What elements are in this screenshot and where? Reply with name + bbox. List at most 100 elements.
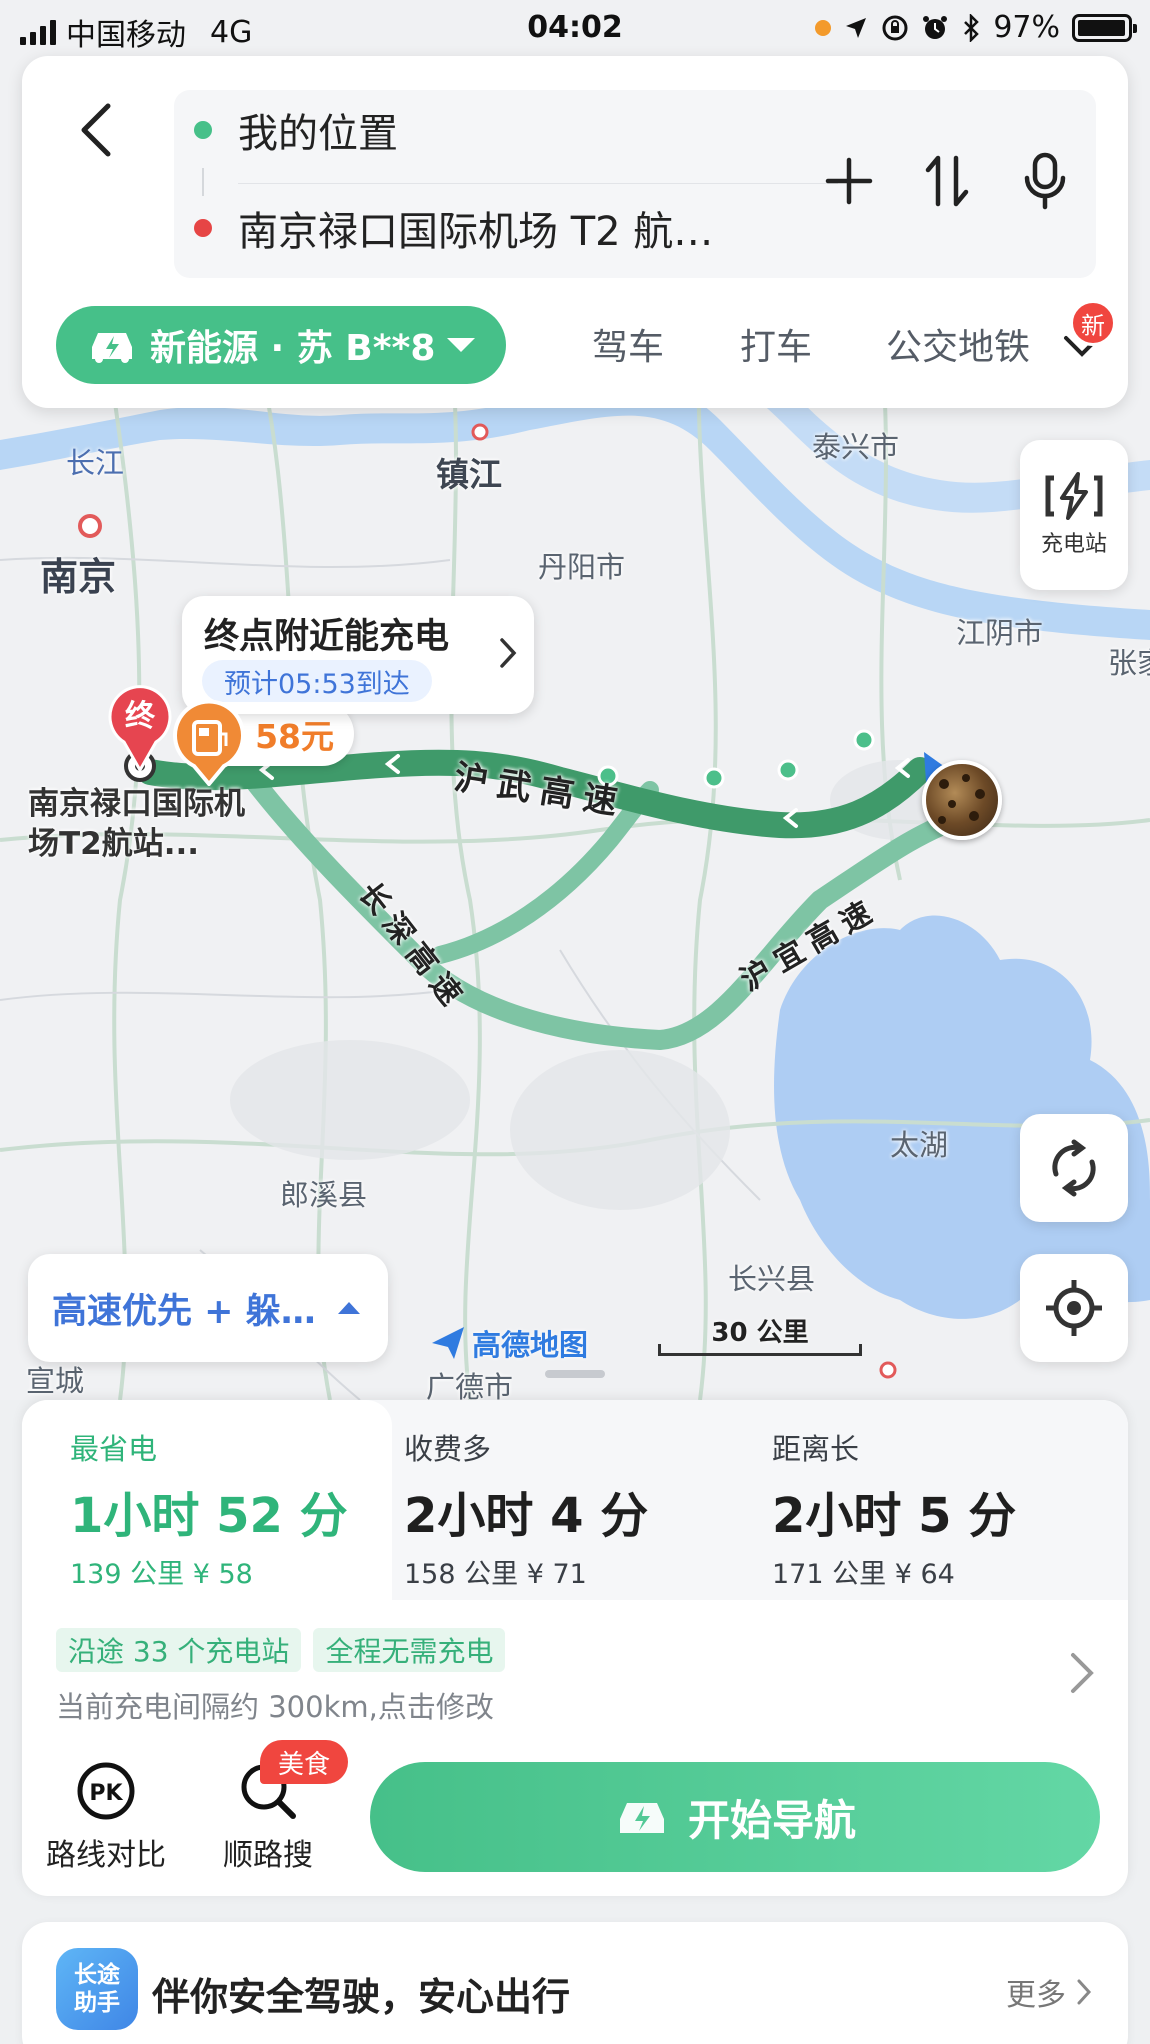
origin-field[interactable]: 我的位置 bbox=[194, 100, 398, 160]
back-button[interactable] bbox=[66, 90, 126, 170]
route-tag: 距离长 bbox=[772, 1432, 860, 1466]
refresh-route-button[interactable] bbox=[1020, 1114, 1128, 1222]
user-avatar[interactable] bbox=[922, 760, 1002, 840]
travel-mode-row: 新能源 · 苏 B**8 驾车 打车 公交地铁 新 bbox=[56, 300, 1116, 386]
ev-car-icon bbox=[619, 1803, 664, 1833]
avatar-image bbox=[938, 774, 985, 824]
map-label-taihu: 太湖 bbox=[890, 1130, 949, 1162]
energy-vehicle-selector[interactable]: 新能源 · 苏 B**8 bbox=[56, 306, 506, 384]
strategy-label: 高速优先 + 躲… bbox=[52, 1291, 316, 1332]
energy-chip-label: 新能源 · 苏 B**8 bbox=[150, 328, 436, 369]
charging-bolt-icon bbox=[1045, 472, 1103, 520]
start-navigation-label: 开始导航 bbox=[687, 1795, 856, 1845]
map-label-guangde: 广德市 bbox=[426, 1372, 514, 1400]
route-tag: 收费多 bbox=[404, 1432, 492, 1466]
end-pin-char: 终 bbox=[125, 699, 156, 734]
location-arrow-icon bbox=[846, 17, 867, 38]
map-label-changxing: 长兴县 bbox=[728, 1264, 816, 1296]
bluetooth-icon bbox=[964, 13, 980, 42]
chevron-right-icon bbox=[500, 638, 517, 668]
action-row: PK 路线对比 顺路搜 开始导航 bbox=[22, 1756, 1128, 1876]
more-modes-button[interactable]: 新 bbox=[1052, 300, 1116, 376]
route-tag: 最省电 bbox=[70, 1432, 158, 1466]
assistant-logo-line1: 长途 bbox=[74, 1962, 120, 1988]
route-strategy-selector[interactable]: 高速优先 + 躲… bbox=[28, 1254, 388, 1362]
start-navigation-button[interactable]: 开始导航 bbox=[370, 1762, 1100, 1872]
charge-interval-text[interactable]: 当前充电间隔约 300km,点击修改 bbox=[56, 1684, 494, 1726]
ev-car-icon bbox=[92, 333, 132, 363]
refresh-icon bbox=[1052, 1139, 1096, 1197]
battery-percent: 97% bbox=[993, 10, 1060, 45]
crosshair-icon bbox=[1046, 1280, 1102, 1336]
swap-route-button[interactable] bbox=[918, 152, 976, 210]
charging-pin-icon[interactable] bbox=[170, 700, 248, 786]
callout-eta: 预计05:53到达 bbox=[202, 660, 432, 702]
long-trip-assistant-card[interactable]: 长途 助手 伴你安全驾驶，安心出行 更多 bbox=[22, 1922, 1128, 2044]
map-label-zhenjiang: 镇江 bbox=[436, 456, 502, 493]
route-duration: 2小时 4 分 bbox=[404, 1488, 649, 1544]
route-compare-button[interactable]: PK 路线对比 bbox=[36, 1756, 176, 1876]
route-distance-cost: 158 公里 ¥ 71 bbox=[404, 1559, 587, 1590]
panel-drag-handle[interactable] bbox=[545, 1370, 605, 1378]
microphone-icon bbox=[1024, 152, 1066, 210]
amap-logo-text: 高德地图 bbox=[472, 1328, 589, 1362]
amap-logo: 高德地图 bbox=[430, 1322, 588, 1364]
destination-text: 南京禄口国际机场 T2 航… bbox=[238, 209, 714, 255]
voice-input-button[interactable] bbox=[1016, 152, 1074, 210]
map-scale: 30 公里 bbox=[658, 1312, 862, 1358]
destination-field[interactable]: 南京禄口国际机场 T2 航… bbox=[194, 198, 713, 258]
new-badge: 新 bbox=[1070, 300, 1116, 346]
destination-map-label: 南京禄口国际机场T2航站... bbox=[28, 786, 245, 862]
scale-bar bbox=[658, 1344, 862, 1356]
map-label-taixing: 泰兴市 bbox=[812, 432, 900, 464]
caret-up-icon bbox=[338, 1302, 360, 1314]
recording-dot-icon bbox=[815, 19, 832, 36]
svg-text:PK: PK bbox=[89, 1781, 123, 1806]
dropdown-caret-icon bbox=[447, 338, 476, 352]
add-waypoint-button[interactable] bbox=[820, 152, 878, 210]
tab-taxi[interactable]: 打车 bbox=[740, 318, 812, 370]
charging-station-button[interactable]: 充电站 bbox=[1020, 440, 1128, 590]
map-label-lixi: 郎溪县 bbox=[280, 1180, 368, 1212]
origin-dot-icon bbox=[194, 121, 212, 139]
route-duration: 2小时 5 分 bbox=[772, 1488, 1017, 1544]
route-option-1[interactable]: 最省电 1小时 52 分 139 公里 ¥ 58 bbox=[22, 1400, 392, 1600]
assistant-logo: 长途 助手 bbox=[56, 1948, 138, 2030]
plus-icon bbox=[825, 157, 873, 205]
map-label-danyang: 丹阳市 bbox=[538, 552, 626, 584]
assistant-text: 伴你安全驾驶，安心出行 bbox=[152, 1975, 571, 2019]
route-search-card: 我的位置 南京禄口国际机场 T2 航… 新能源 · 苏 B**8 驾车 打车 公… bbox=[22, 56, 1128, 408]
route-option-3[interactable]: 距离长 2小时 5 分 171 公里 ¥ 64 bbox=[724, 1400, 1104, 1600]
route-option-2[interactable]: 收费多 2小时 4 分 158 公里 ¥ 71 bbox=[356, 1400, 726, 1600]
battery-icon bbox=[1072, 13, 1137, 42]
end-pin-icon: 终 bbox=[108, 685, 172, 772]
map-label-zhang: 张家 bbox=[1108, 648, 1150, 680]
destination-charging-callout[interactable]: 终点附近能充电 预计05:53到达 bbox=[182, 596, 534, 714]
route-duration: 1小时 52 分 bbox=[70, 1488, 348, 1544]
search-along-label: 顺路搜 bbox=[223, 1838, 313, 1873]
route-distance-cost: 171 公里 ¥ 64 bbox=[772, 1559, 955, 1590]
locate-me-button[interactable] bbox=[1020, 1254, 1128, 1362]
no-charge-needed-tag: 全程无需充电 bbox=[313, 1628, 506, 1672]
amap-logo-icon bbox=[432, 1327, 464, 1359]
carrier-name: 中国移动 bbox=[66, 18, 186, 53]
map-label-xuancheng: 宣城 bbox=[26, 1366, 85, 1398]
charging-station-label: 充电站 bbox=[1040, 532, 1107, 557]
charging-info-tags: 沿途 33 个充电站 全程无需充电 bbox=[56, 1628, 506, 1672]
pk-icon: PK bbox=[77, 1762, 135, 1820]
tab-drive[interactable]: 驾车 bbox=[592, 318, 664, 370]
route-options-panel: 最省电 1小时 52 分 139 公里 ¥ 58 收费多 2小时 4 分 158… bbox=[22, 1400, 1128, 1896]
callout-title: 终点附近能充电 bbox=[204, 617, 450, 657]
alarm-icon bbox=[923, 15, 948, 39]
map-label-nanjing: 南京 bbox=[40, 557, 117, 599]
destination-dot-icon bbox=[194, 219, 212, 237]
origin-text: 我的位置 bbox=[238, 111, 398, 157]
status-bar: 中国移动 4G 04:02 97% bbox=[0, 0, 1150, 56]
swap-icon bbox=[925, 155, 969, 207]
chevron-right-icon[interactable] bbox=[1068, 1650, 1096, 1696]
map-label-changjiang: 长江 bbox=[66, 448, 125, 480]
route-distance-cost: 139 公里 ¥ 58 bbox=[70, 1559, 253, 1590]
food-badge: 美食 bbox=[260, 1740, 349, 1784]
route-compare-label: 路线对比 bbox=[46, 1838, 166, 1873]
assistant-more-link[interactable]: 更多 bbox=[1006, 1970, 1092, 2014]
